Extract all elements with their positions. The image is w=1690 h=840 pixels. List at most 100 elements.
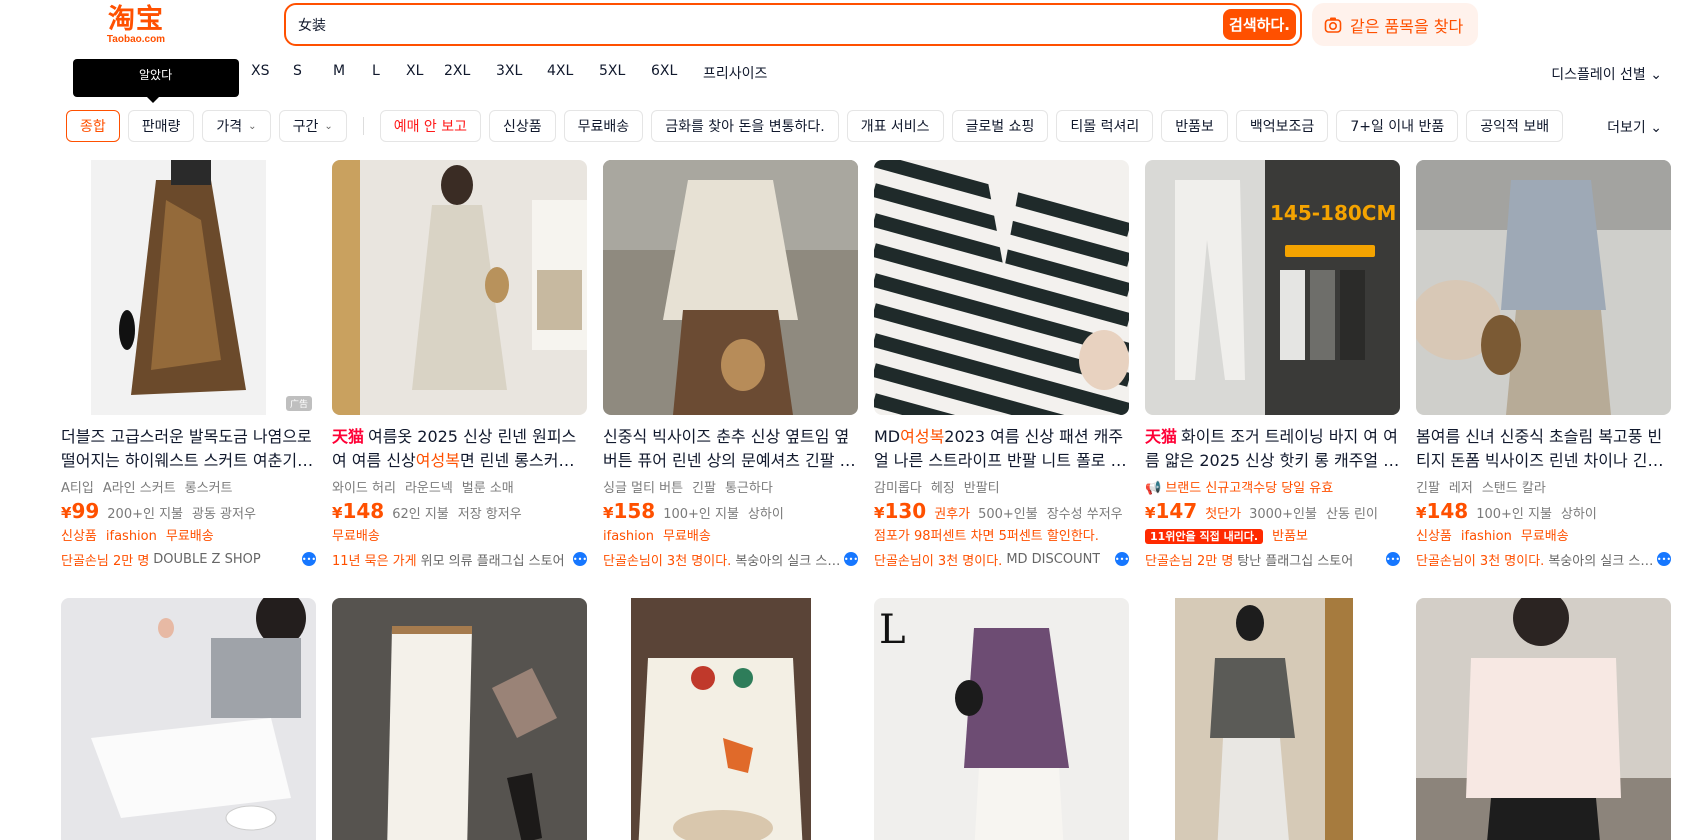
- chat-icon[interactable]: •••: [573, 552, 587, 566]
- shop-row[interactable]: 단골손님이 3천 명이다. 복숭아의 실크 스토어 •••: [603, 547, 858, 571]
- product-image[interactable]: [61, 598, 316, 840]
- product-image[interactable]: [874, 160, 1129, 415]
- search-input[interactable]: [298, 5, 1198, 44]
- shop-highlight: 단골손님 2만 명: [1145, 553, 1234, 569]
- more-filters-button[interactable]: 더보기 ⌄: [1607, 117, 1662, 137]
- promo-text: 무료배송: [332, 529, 380, 544]
- size-option[interactable]: S: [293, 63, 333, 83]
- shop-row[interactable]: 단골손님이 3천 명이다. 복숭아의 실크 스토어 •••: [1416, 547, 1671, 571]
- product-image[interactable]: [332, 598, 587, 840]
- shop-highlight: 단골손님이 3천 명이다.: [1416, 553, 1545, 569]
- product-card[interactable]: [61, 598, 316, 840]
- filter-chip[interactable]: 글로벌 쇼핑: [951, 110, 1049, 142]
- display-filter-select[interactable]: 디스플레이 선별 ⌄: [1551, 64, 1662, 84]
- filter-chip[interactable]: 공익적 보배: [1466, 110, 1564, 142]
- chat-icon[interactable]: •••: [302, 552, 316, 566]
- filter-chip[interactable]: 반품보: [1161, 110, 1228, 142]
- image-search-button[interactable]: 같은 품목을 찾다: [1312, 3, 1478, 46]
- sort-overall[interactable]: 종합: [66, 110, 120, 142]
- ship-location: 광동 광저우: [192, 507, 256, 522]
- sort-range[interactable]: 구간 ⌄: [278, 110, 347, 142]
- sort-price[interactable]: 가격 ⌄: [202, 110, 271, 142]
- chat-icon[interactable]: •••: [1386, 552, 1400, 566]
- product-title[interactable]: 봄여름 신녀 신중식 초슬림 복고풍 빈티지 돈폼 빅사이즈 린넨 차이나 긴팔…: [1416, 425, 1671, 473]
- tag-text: 벌룬 소매: [461, 481, 514, 496]
- filter-chip[interactable]: 금화를 찾아 돈을 변통하다.: [651, 110, 839, 142]
- title-text: 여성복: [415, 451, 460, 470]
- product-image[interactable]: [1416, 160, 1671, 415]
- filter-chip[interactable]: 무료배송: [563, 110, 644, 142]
- chat-icon[interactable]: •••: [1657, 552, 1671, 566]
- size-option[interactable]: 6XL: [651, 63, 703, 83]
- ship-location: 장수성 쑤저우: [1046, 507, 1123, 522]
- shop-name[interactable]: 복숭아의 실크 스토어: [1548, 550, 1657, 569]
- tag-text: 긴팔: [692, 481, 716, 496]
- product-image[interactable]: [1145, 598, 1400, 840]
- sort-sales[interactable]: 판매량: [127, 110, 195, 142]
- sort-label: 구간: [292, 119, 319, 135]
- product-card[interactable]: [1145, 598, 1400, 840]
- shop-name[interactable]: MD DISCOUNT: [1006, 552, 1100, 567]
- product-image[interactable]: [603, 598, 858, 840]
- search-button[interactable]: 검색하다.: [1223, 9, 1296, 40]
- shop-row[interactable]: 단골손님 2만 명 탕난 플래그십 스토어 •••: [1145, 547, 1400, 571]
- chat-icon[interactable]: •••: [844, 552, 858, 566]
- product-card[interactable]: MD여성복2023 여름 신상 패션 캐주얼 나른 스트라이프 반팔 니트 폴로…: [874, 160, 1129, 571]
- filter-chip[interactable]: 백억보조금: [1235, 110, 1329, 142]
- size-option[interactable]: 2XL: [444, 63, 496, 83]
- promo-tags: 점포가 98퍼센트 차면 5퍼센트 할인한다.: [874, 525, 1129, 547]
- product-card[interactable]: [1416, 598, 1671, 840]
- filter-chip[interactable]: 7+일 이내 반품: [1336, 110, 1459, 142]
- product-image[interactable]: 145-180CM: [1145, 160, 1400, 415]
- size-option[interactable]: 5XL: [599, 63, 651, 83]
- taobao-logo[interactable]: 淘宝 Taobao.com: [96, 6, 176, 46]
- shop-name[interactable]: DOUBLE Z SHOP: [153, 552, 260, 567]
- product-image[interactable]: [332, 160, 587, 415]
- product-image[interactable]: [1416, 598, 1671, 840]
- product-card[interactable]: 天猫 여름옷 2025 신상 린넨 원피스 여 여름 신상여성복면 린넨 롱스커트…: [332, 160, 587, 571]
- price-value: 148: [1426, 499, 1469, 523]
- product-title[interactable]: MD여성복2023 여름 신상 패션 캐주얼 나른 스트라이프 반팔 니트 폴로…: [874, 425, 1129, 473]
- product-tags: 싱글 멀티 버튼 긴팔 통근하다: [603, 477, 858, 499]
- tooltip: 알았다: [73, 59, 239, 103]
- product-card[interactable]: [332, 598, 587, 840]
- shop-row[interactable]: 11년 묵은 가게 위모 의류 플래그십 스토어 •••: [332, 547, 587, 571]
- product-card[interactable]: 신중식 빅사이즈 춘추 신상 옆트임 옆 버튼 퓨어 린넨 상의 문예셔츠 긴팔…: [603, 160, 858, 571]
- filter-chip[interactable]: 예매 안 보고: [379, 110, 482, 142]
- product-card[interactable]: 봄여름 신녀 신중식 초슬림 복고풍 빈티지 돈폼 빅사이즈 린넨 차이나 긴팔…: [1416, 160, 1671, 571]
- price-row: ¥158 100+인 지불 상하이: [603, 499, 858, 525]
- product-title[interactable]: 天猫 화이트 조거 트레이닝 바지 여 여름 얇은 2025 신상 핫키 롱 캐주…: [1145, 425, 1400, 473]
- tooltip-text[interactable]: 알았다: [139, 66, 172, 83]
- shop-name[interactable]: 탕난 플래그십 스토어: [1237, 550, 1353, 569]
- product-title[interactable]: 신중식 빅사이즈 춘추 신상 옆트임 옆 버튼 퓨어 린넨 상의 문예셔츠 긴팔…: [603, 425, 858, 473]
- size-option[interactable]: 프리사이즈: [703, 63, 767, 83]
- size-option[interactable]: 4XL: [547, 63, 599, 83]
- product-image[interactable]: [603, 160, 858, 415]
- product-card[interactable]: 广告 더블즈 고급스러운 발목도금 나염으로 떨어지는 하이웨스트 스커트 여춘기…: [61, 160, 316, 571]
- product-card[interactable]: L: [874, 598, 1129, 840]
- product-image[interactable]: L: [874, 598, 1129, 840]
- product-image[interactable]: 广告: [61, 160, 316, 415]
- tmall-badge: 天猫: [1145, 427, 1178, 446]
- shop-row[interactable]: 단골손님이 3천 명이다. MD DISCOUNT •••: [874, 547, 1129, 571]
- product-title[interactable]: 天猫 여름옷 2025 신상 린넨 원피스 여 여름 신상여성복면 린넨 롱스커트…: [332, 425, 587, 473]
- shop-name[interactable]: 복숭아의 실크 스토어: [735, 550, 844, 569]
- promo-text: 무료배송: [662, 529, 711, 544]
- price-value: 99: [71, 499, 100, 523]
- filter-chip[interactable]: 개표 서비스: [846, 110, 944, 142]
- product-card[interactable]: [603, 598, 858, 840]
- filter-chip[interactable]: 신상품: [489, 110, 556, 142]
- shop-name[interactable]: 위모 의류 플래그십 스토어: [421, 550, 565, 569]
- shop-row[interactable]: 단골손님 2만 명 DOUBLE Z SHOP •••: [61, 547, 316, 571]
- filter-chip[interactable]: 티몰 럭셔리: [1056, 110, 1154, 142]
- size-option[interactable]: 3XL: [496, 63, 547, 83]
- tag-text: 통근하다: [724, 481, 773, 496]
- size-option[interactable]: XS: [251, 63, 293, 83]
- size-option[interactable]: M: [333, 63, 372, 83]
- size-option[interactable]: L: [372, 63, 406, 83]
- sold-count: 100+인 지불: [663, 507, 739, 522]
- chat-icon[interactable]: •••: [1115, 552, 1129, 566]
- product-title[interactable]: 더블즈 고급스러운 발목도금 나염으로 떨어지는 하이웨스트 스커트 여춘기 신…: [61, 425, 316, 473]
- size-option[interactable]: XL: [406, 63, 444, 83]
- product-card[interactable]: 145-180CM 天猫 화이트 조거 트레이닝 바지 여 여름 얇은 2025 신…: [1145, 160, 1400, 571]
